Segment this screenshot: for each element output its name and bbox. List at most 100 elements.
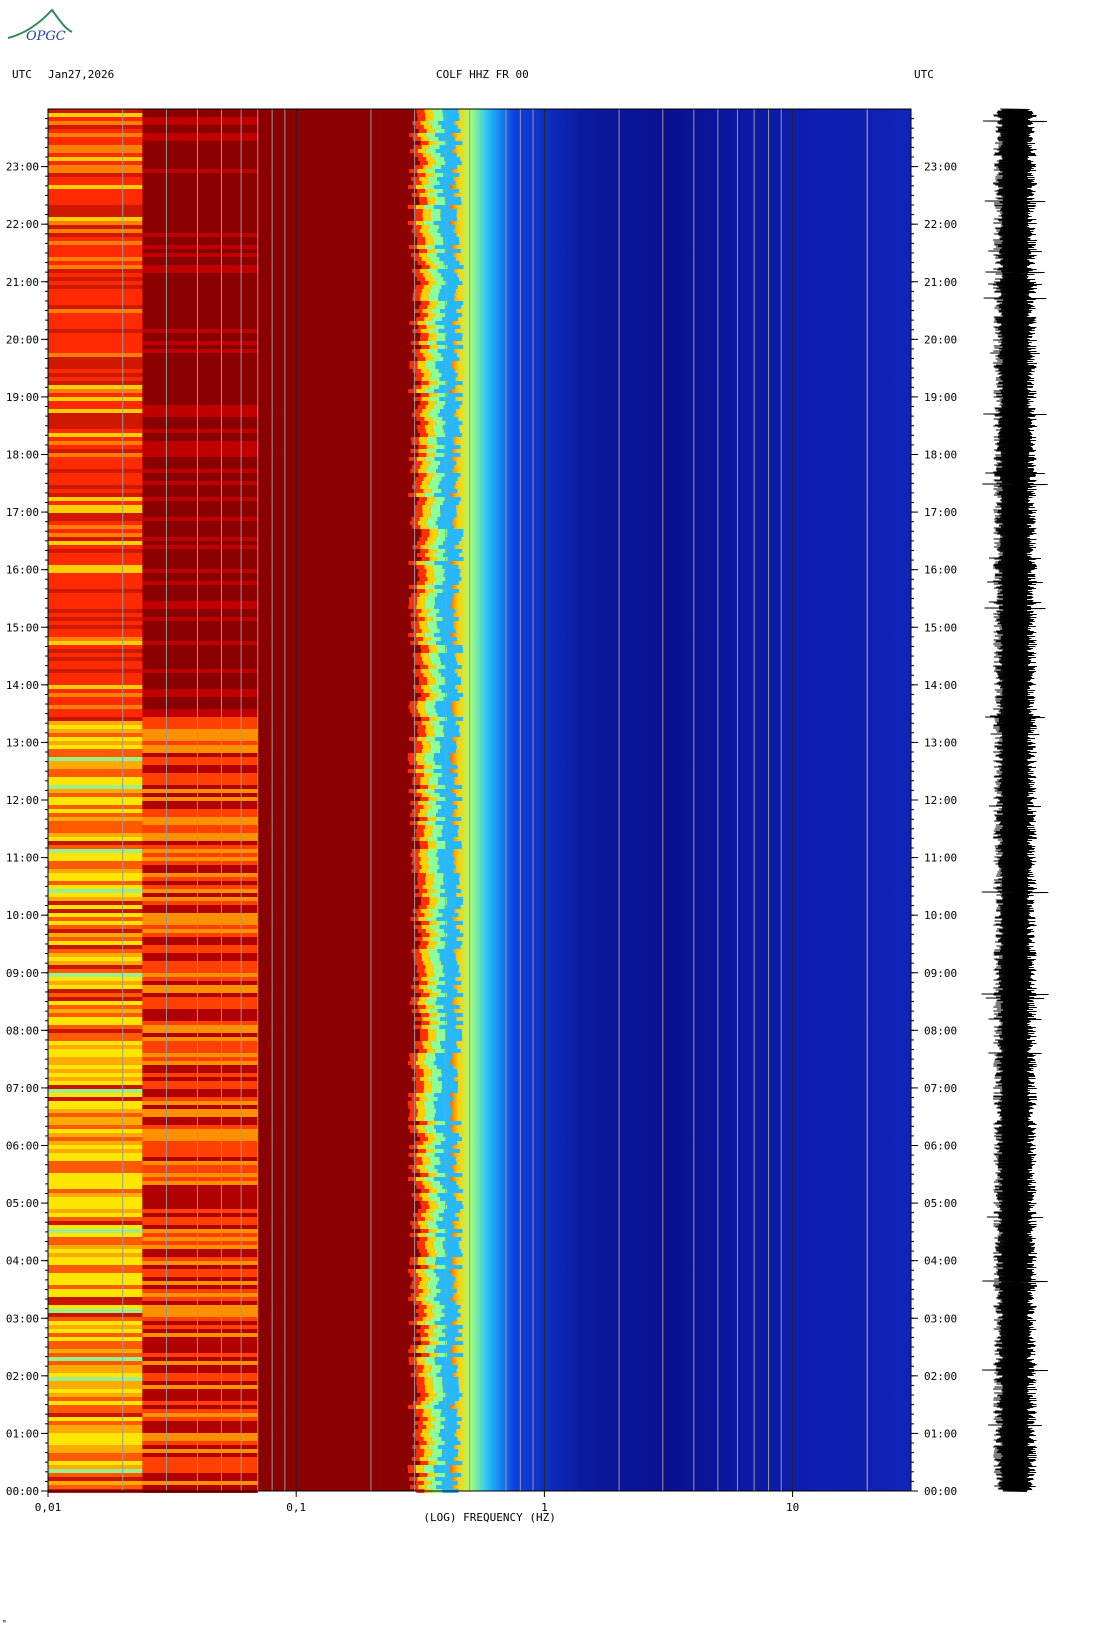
spectrogram-streak	[48, 709, 143, 713]
spectrogram-streak	[48, 453, 143, 457]
spectrogram-streak	[48, 1125, 143, 1129]
spectrogram-streak	[48, 213, 143, 217]
spectrogram-streak	[436, 341, 453, 345]
spectrogram-streak	[433, 277, 444, 281]
spectrogram-streak	[417, 725, 426, 729]
spectrogram-streak	[142, 253, 258, 257]
spectrogram-streak	[142, 1261, 258, 1265]
spectrogram-streak	[142, 353, 258, 357]
spectrogram-streak	[435, 1053, 452, 1057]
spectrogram-streak	[434, 245, 451, 249]
spectrogram-streak	[436, 801, 453, 805]
spectrogram-streak	[429, 257, 440, 261]
spectrogram-streak	[415, 1453, 424, 1457]
spectrogram-streak	[142, 889, 258, 893]
spectrogram-streak	[438, 121, 455, 125]
frequency-tick-label: 0,1	[286, 1501, 306, 1514]
spectrogram-streak	[417, 241, 426, 245]
spectrogram-streak	[421, 1341, 430, 1345]
spectrogram-streak	[142, 761, 258, 765]
spectrogram-streak	[48, 429, 143, 433]
spectrogram-streak	[439, 181, 456, 185]
spectrogram-streak	[48, 1025, 143, 1029]
time-label-left: 15:00	[6, 621, 39, 634]
spectrogram-streak	[418, 917, 427, 921]
spectrogram-streak	[426, 1441, 435, 1445]
spectrogram-streak	[48, 1273, 143, 1277]
seismogram-trace	[981, 108, 1049, 1492]
spectrogram-streak	[419, 665, 428, 669]
spectrogram-streak	[433, 1005, 444, 1009]
spectrogram-streak	[48, 837, 143, 841]
spectrogram-streak	[142, 393, 258, 397]
spectrogram-streak	[429, 897, 438, 901]
time-label-left: 16:00	[6, 564, 39, 577]
spectrogram-streak	[433, 241, 444, 245]
spectrogram-streak	[48, 689, 143, 693]
spectrogram-streak	[428, 549, 437, 553]
spectrogram-streak	[428, 941, 437, 945]
spectrogram-streak	[429, 181, 440, 185]
spectrogram-streak	[417, 1261, 426, 1265]
spectrogram-streak	[440, 461, 457, 465]
spectrogram-streak	[48, 845, 143, 849]
spectrogram-streak	[414, 1017, 423, 1021]
spectrogram-streak	[142, 1449, 258, 1453]
spectrogram-streak	[416, 561, 425, 565]
spectrogram-streak	[419, 229, 428, 233]
spectrogram-streak	[423, 1061, 434, 1065]
spectrogram-streak	[439, 1301, 456, 1305]
spectrogram-streak	[446, 1189, 463, 1193]
time-label-right: 01:00	[924, 1427, 957, 1440]
spectrogram-streak	[48, 281, 143, 285]
spectrogram-streak	[48, 773, 143, 777]
spectrogram-streak	[142, 1053, 258, 1057]
spectrogram-streak	[424, 425, 433, 429]
spectrogram-streak	[142, 1405, 258, 1409]
spectrogram-streak	[446, 1461, 463, 1465]
spectrogram-streak	[441, 805, 458, 809]
spectrogram-streak	[142, 421, 258, 425]
spectrogram-streak	[142, 337, 258, 341]
spectrogram-streak	[142, 405, 258, 409]
spectrogram-streak	[418, 1049, 427, 1053]
spectrogram-streak	[440, 513, 457, 517]
spectrogram-streak	[48, 697, 143, 701]
spectrogram-streak	[48, 1105, 143, 1109]
spectrogram-streak	[48, 353, 143, 357]
spectrogram-streak	[447, 897, 464, 901]
spectrogram-streak	[428, 369, 439, 373]
spectrogram-streak	[142, 1209, 258, 1213]
spectrogram-streak	[435, 1233, 452, 1237]
spectrogram-streak	[417, 117, 426, 121]
spectrogram-streak	[419, 305, 428, 309]
spectrogram-streak	[446, 141, 463, 145]
spectrogram-streak	[447, 717, 464, 721]
spectrogram-streak	[421, 397, 430, 401]
spectrogram-streak	[436, 1333, 447, 1337]
spectrogram-streak	[434, 453, 445, 457]
spectrogram-streak	[428, 645, 437, 649]
time-label-left: 11:00	[6, 852, 39, 865]
spectrogram-streak	[142, 1285, 258, 1289]
spectrogram-streak	[441, 489, 458, 493]
spectrogram-streak	[439, 225, 456, 229]
spectrogram-streak	[434, 705, 451, 709]
spectrogram-streak	[424, 585, 435, 589]
spectrogram-streak	[436, 797, 447, 801]
spectrogram-streak	[417, 709, 426, 713]
spectrogram-streak	[48, 513, 143, 517]
spectrogram-streak	[439, 289, 456, 293]
spectrogram-streak	[142, 425, 258, 429]
spectrogram-streak	[411, 849, 420, 853]
spectrogram-streak	[416, 425, 425, 429]
spectrogram-streak	[435, 601, 452, 605]
spectrogram-streak	[418, 325, 427, 329]
spectrogram-streak	[142, 1105, 258, 1109]
spectrogram-streak	[446, 1325, 463, 1329]
spectrogram-streak	[142, 733, 258, 737]
spectrogram-streak	[48, 485, 143, 489]
spectrogram-streak	[142, 1461, 258, 1465]
spectrogram-streak	[409, 1053, 418, 1057]
spectrogram-streak	[428, 297, 439, 301]
